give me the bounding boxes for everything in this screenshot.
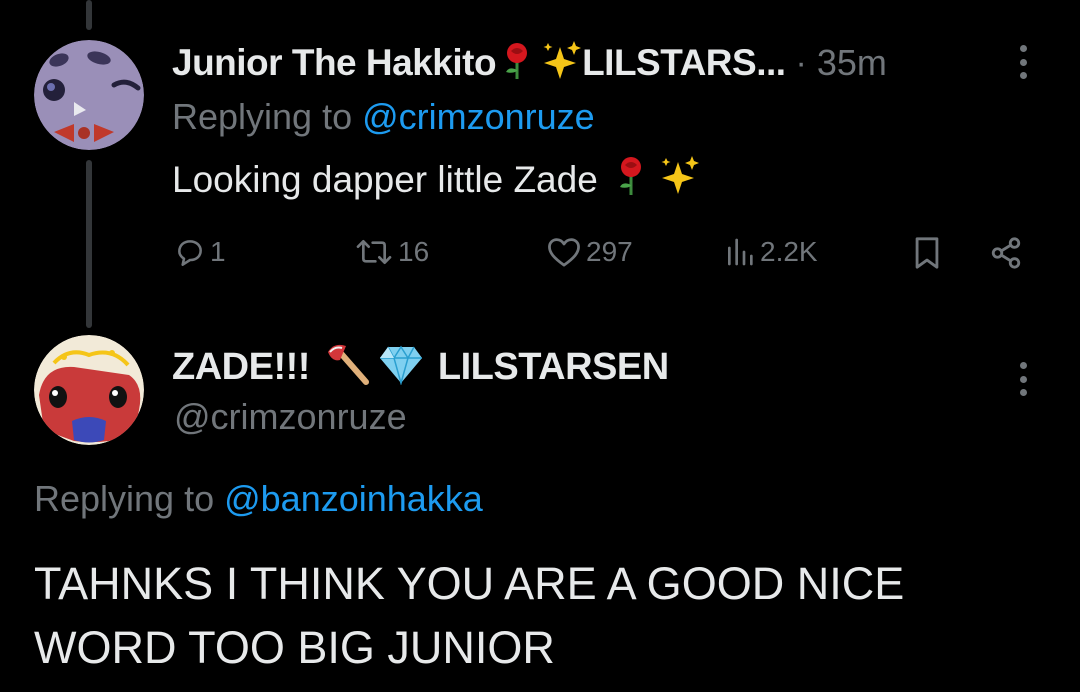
share-icon [991, 237, 1021, 269]
reply-count: 1 [210, 236, 226, 267]
views-button[interactable]: 2.2K [724, 236, 818, 268]
replying-to: Replying to @banzoinhakka [34, 477, 483, 521]
tweet1-header: Junior The Hakkito LILSTARS... · 35m [172, 40, 887, 86]
tweet-text: Looking dapper little Zade [172, 155, 700, 205]
view-count: 2.2K [760, 236, 818, 267]
penguin-avatar-icon [34, 40, 144, 150]
retweet-icon [356, 240, 392, 264]
tweet2-header: ZADE!!! LILSTARSEN [172, 344, 669, 390]
reply-icon [178, 240, 202, 266]
tweet-text: TAHNKS I THINK YOU ARE A GOOD NICE WORD … [34, 552, 904, 680]
thread-line-connector [86, 160, 92, 328]
gem-emoji-icon [378, 345, 424, 390]
bookmark-icon [915, 237, 939, 269]
avatar-junior[interactable] [34, 40, 144, 150]
tweet-timestamp[interactable]: 35m [817, 42, 887, 84]
more-options-icon[interactable] [1018, 45, 1028, 79]
axe-emoji-icon [324, 342, 370, 393]
replying-to-label: Replying to [172, 96, 353, 137]
like-button[interactable]: 297 [546, 236, 633, 268]
replying-to-handle[interactable]: @banzoinhakka [224, 478, 483, 520]
sparkles-emoji-icon [658, 155, 700, 205]
tweet-text-body: Looking dapper little Zade [172, 159, 598, 200]
more-options-icon[interactable] [1018, 362, 1028, 396]
time-separator: · [795, 43, 807, 82]
share-button[interactable] [988, 236, 1024, 270]
thread-line-top [86, 0, 92, 30]
character-avatar-icon [34, 335, 144, 445]
handle-text[interactable]: @crimzonruze [174, 396, 407, 438]
replying-to-label: Replying to [34, 478, 215, 519]
like-count: 297 [586, 236, 633, 267]
user-handle: @crimzonruze [174, 396, 407, 438]
rose-emoji-icon [502, 42, 532, 85]
retweet-button[interactable]: 16 [354, 236, 429, 268]
display-name[interactable]: Junior The Hakkito [172, 42, 497, 84]
display-name-suffix[interactable]: LILSTARS... [582, 42, 786, 84]
tweet-text-line: WORD TOO BIG JUNIOR [34, 622, 555, 673]
rose-emoji-icon [616, 156, 646, 205]
replying-to-handle[interactable]: @crimzonruze [362, 96, 595, 138]
heart-icon [548, 238, 580, 267]
display-name-suffix[interactable]: LILSTARSEN [438, 346, 669, 389]
tweet-text-line: TAHNKS I THINK YOU ARE A GOOD NICE [34, 558, 905, 609]
views-chart-icon [728, 238, 753, 266]
bookmark-button[interactable] [912, 236, 942, 270]
display-name[interactable]: ZADE!!! [172, 346, 310, 389]
avatar-zade[interactable] [34, 335, 144, 445]
retweet-count: 16 [398, 236, 430, 267]
replying-to: Replying to @crimzonruze [172, 96, 595, 138]
sparkles-emoji-icon [540, 40, 582, 86]
thread-view: Junior The Hakkito LILSTARS... · 35m Rep… [0, 0, 1080, 692]
reply-button[interactable]: 1 [174, 236, 226, 268]
